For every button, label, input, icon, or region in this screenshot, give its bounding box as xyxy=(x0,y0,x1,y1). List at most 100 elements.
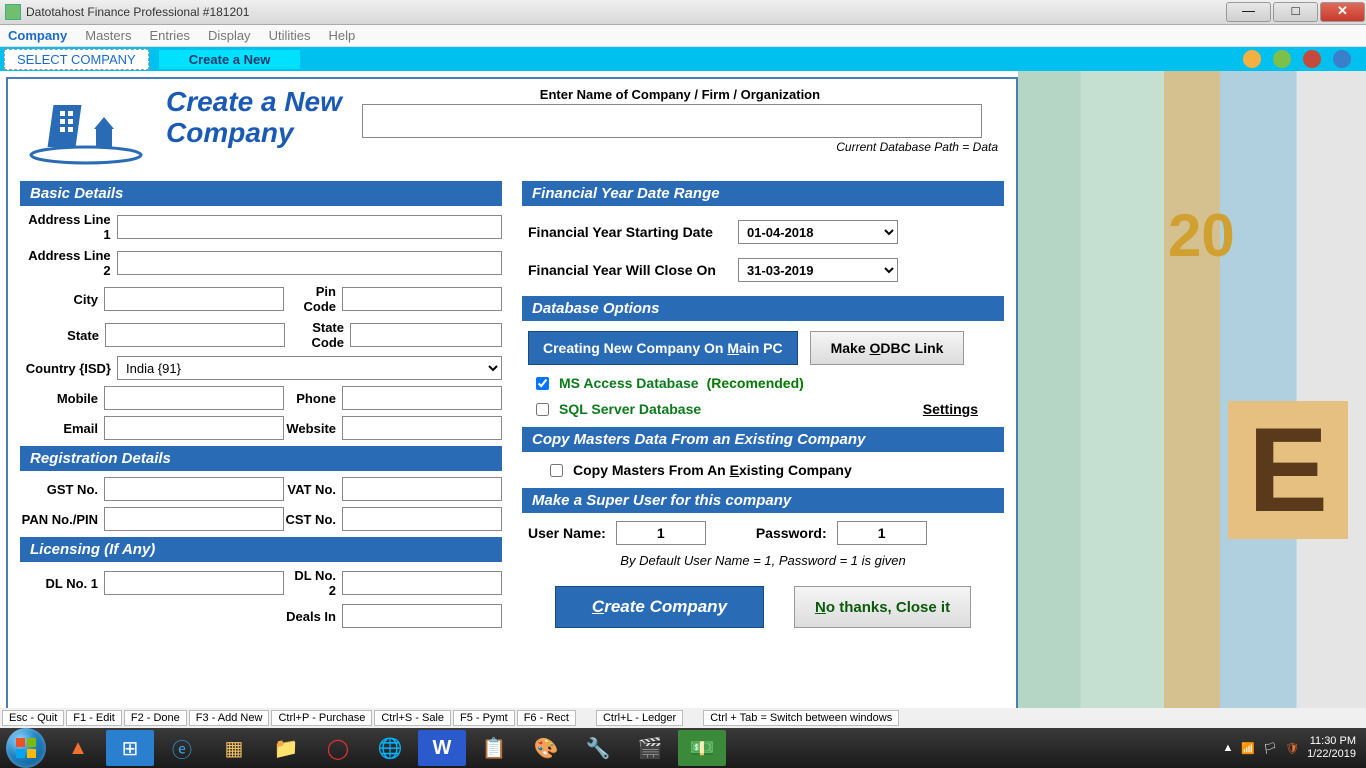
select-fy-start[interactable]: 01-04-2018 xyxy=(738,220,898,244)
btn-new-company-main-pc[interactable]: Creating New Company On Main PC xyxy=(528,331,798,365)
label-msaccess: MS Access Database xyxy=(559,375,699,391)
tray-flag-icon[interactable]: 🏳 xyxy=(1263,742,1277,755)
status-icon[interactable] xyxy=(1273,50,1291,68)
input-username[interactable] xyxy=(616,521,706,545)
megaphone-icon[interactable] xyxy=(1243,50,1261,68)
section-financial-year: Financial Year Date Range xyxy=(522,181,1004,206)
status-bar: Esc - Quit F1 - Edit F2 - Done F3 - Add … xyxy=(0,708,1366,728)
input-pincode[interactable] xyxy=(342,287,502,311)
menu-bar: Company Masters Entries Display Utilitie… xyxy=(0,25,1366,47)
label-dl1: DL No. 1 xyxy=(20,576,104,591)
sb-f6[interactable]: F6 - Rect xyxy=(517,710,576,726)
maximize-button[interactable]: □ xyxy=(1273,2,1318,22)
input-password[interactable] xyxy=(837,521,927,545)
input-dl2[interactable] xyxy=(342,571,502,595)
label-dl2: DL No. 2 xyxy=(284,568,342,598)
label-country: Country {ISD} xyxy=(20,361,117,376)
input-pan[interactable] xyxy=(104,507,284,531)
input-phone[interactable] xyxy=(342,386,502,410)
taskbar-notes-icon[interactable]: 📋 xyxy=(470,730,518,766)
tab-create-new[interactable]: Create a New xyxy=(159,50,301,69)
person-icon[interactable] xyxy=(1333,50,1351,68)
menu-display[interactable]: Display xyxy=(208,28,251,43)
window-controls: — □ ✕ xyxy=(1225,2,1366,22)
input-email[interactable] xyxy=(104,416,284,440)
tray-arrow-icon[interactable]: ▲ xyxy=(1223,742,1234,754)
sb-f1[interactable]: F1 - Edit xyxy=(66,710,122,726)
input-mobile[interactable] xyxy=(104,386,284,410)
taskbar-paint-icon[interactable]: 🎨 xyxy=(522,730,570,766)
close-button[interactable]: ✕ xyxy=(1320,2,1365,22)
label-email: Email xyxy=(20,421,104,436)
sb-f3[interactable]: F3 - Add New xyxy=(189,710,270,726)
input-dl1[interactable] xyxy=(104,571,284,595)
ribbon-bar: SELECT COMPANY Create a New xyxy=(0,47,1366,71)
taskbar-folder-icon[interactable]: 📁 xyxy=(262,730,310,766)
menu-utilities[interactable]: Utilities xyxy=(269,28,311,43)
menu-company[interactable]: Company xyxy=(8,28,67,43)
input-state[interactable] xyxy=(105,323,285,347)
sb-f5[interactable]: F5 - Pymt xyxy=(453,710,515,726)
input-cst[interactable] xyxy=(342,507,502,531)
section-super-user: Make a Super User for this company xyxy=(522,488,1004,513)
input-gst[interactable] xyxy=(104,477,284,501)
input-address1[interactable] xyxy=(117,215,502,239)
checkbox-sqlserver[interactable] xyxy=(536,403,549,416)
tray-network-icon[interactable]: 📶 xyxy=(1241,742,1255,755)
input-website[interactable] xyxy=(342,416,502,440)
tray-time: 11:30 PM xyxy=(1307,735,1356,748)
checkbox-msaccess[interactable] xyxy=(536,377,549,390)
taskbar-vlc-icon[interactable]: ▲ xyxy=(54,730,102,766)
label-address1: Address Line 1 xyxy=(20,212,117,242)
menu-help[interactable]: Help xyxy=(328,28,355,43)
taskbar-explorer-icon[interactable]: ▦ xyxy=(210,730,258,766)
taskbar-word-icon[interactable]: W xyxy=(418,730,466,766)
label-copy-masters: Copy Masters From An Existing Company xyxy=(573,462,852,478)
input-vat[interactable] xyxy=(342,477,502,501)
tray-shield-icon[interactable]: 🛡 xyxy=(1285,742,1299,755)
taskbar-opera-icon[interactable]: ◯ xyxy=(314,730,362,766)
taskbar-ie-icon[interactable]: ⓔ xyxy=(158,730,206,766)
start-button[interactable] xyxy=(6,728,46,768)
select-country[interactable]: India {91} xyxy=(117,356,502,380)
btn-make-odbc-link[interactable]: Make ODBC Link xyxy=(810,331,965,365)
input-dealsin[interactable] xyxy=(342,604,502,628)
company-name-input[interactable] xyxy=(362,104,982,138)
sb-ctrll[interactable]: Ctrl+L - Ledger xyxy=(596,710,683,726)
company-logo-icon xyxy=(26,87,146,167)
label-statecode: State Code xyxy=(285,320,350,350)
taskbar-misc2-icon[interactable]: 🎬 xyxy=(626,730,674,766)
section-database-options: Database Options xyxy=(522,296,1004,321)
taskbar-money-icon[interactable]: 💵 xyxy=(678,730,726,766)
input-city[interactable] xyxy=(104,287,284,311)
link-settings[interactable]: Settings xyxy=(923,401,978,417)
taskbar-misc1-icon[interactable]: 🔧 xyxy=(574,730,622,766)
sb-esc[interactable]: Esc - Quit xyxy=(2,710,64,726)
btn-no-thanks-close[interactable]: No thanks, Close it xyxy=(794,586,971,628)
btn-create-company[interactable]: Create Company xyxy=(555,586,764,628)
right-column: Financial Year Date Range Financial Year… xyxy=(522,175,1004,634)
taskbar-chrome-icon[interactable]: 🌐 xyxy=(366,730,414,766)
minimize-button[interactable]: — xyxy=(1226,2,1271,22)
input-address2[interactable] xyxy=(117,251,502,275)
tab-select-company[interactable]: SELECT COMPANY xyxy=(4,49,149,70)
sb-f2[interactable]: F2 - Done xyxy=(124,710,187,726)
chat-icon[interactable] xyxy=(1303,50,1321,68)
label-pan: PAN No./PIN xyxy=(20,512,104,527)
sb-ctrlp[interactable]: Ctrl+P - Purchase xyxy=(271,710,372,726)
window-title: Datotahost Finance Professional #181201 xyxy=(26,5,249,19)
sb-ctrls[interactable]: Ctrl+S - Sale xyxy=(374,710,451,726)
taskbar-app-icon[interactable]: ⊞ xyxy=(106,730,154,766)
section-licensing: Licensing (If Any) xyxy=(20,537,502,562)
label-state: State xyxy=(20,328,105,343)
app-icon xyxy=(5,4,21,20)
super-user-note: By Default User Name = 1, Password = 1 i… xyxy=(522,553,1004,568)
checkbox-copy-masters[interactable] xyxy=(550,464,563,477)
label-recomended: (Recomended) xyxy=(707,375,804,391)
menu-entries[interactable]: Entries xyxy=(149,28,189,43)
tray-clock[interactable]: 11:30 PM 1/22/2019 xyxy=(1307,735,1356,761)
label-cst: CST No. xyxy=(284,512,342,527)
menu-masters[interactable]: Masters xyxy=(85,28,131,43)
select-fy-end[interactable]: 31-03-2019 xyxy=(738,258,898,282)
input-statecode[interactable] xyxy=(350,323,502,347)
